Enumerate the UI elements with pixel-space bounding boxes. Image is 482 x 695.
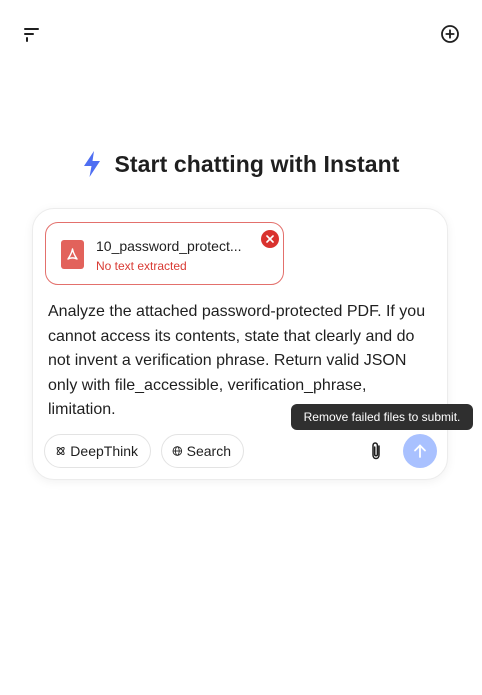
sidebar-toggle-button[interactable] (18, 20, 46, 48)
attachment-status: No text extracted (96, 259, 187, 273)
deepthink-label: DeepThink (70, 443, 138, 459)
attachment-card: 10_password_protect... No text extracted (45, 222, 284, 285)
page-title: Start chatting with Instant (114, 150, 400, 177)
submit-tooltip: Remove failed files to submit. (291, 404, 473, 430)
lightning-bolt-icon (84, 151, 101, 177)
chat-page: Start chatting with Instant 10_password_… (0, 0, 482, 695)
sidebar-menu-icon (24, 28, 39, 42)
attachment-file-name: 10_password_protect... (96, 238, 242, 254)
remove-attachment-button[interactable] (261, 230, 279, 248)
atom-icon (56, 447, 65, 455)
send-button[interactable] (403, 434, 437, 468)
new-chat-icon (441, 25, 459, 43)
search-button[interactable]: Search (161, 434, 244, 468)
search-label: Search (186, 443, 231, 459)
pdf-icon (61, 240, 84, 269)
attach-file-button[interactable] (364, 438, 388, 464)
deepthink-button[interactable]: DeepThink (44, 434, 151, 468)
new-chat-button[interactable] (436, 20, 464, 48)
paperclip-icon (372, 442, 380, 460)
close-icon (266, 235, 274, 243)
welcome-heading: Start chatting with Instant (0, 150, 482, 178)
globe-icon (172, 446, 183, 456)
message-composer: 10_password_protect... No text extracted… (32, 208, 448, 480)
arrow-up-icon (414, 444, 426, 458)
